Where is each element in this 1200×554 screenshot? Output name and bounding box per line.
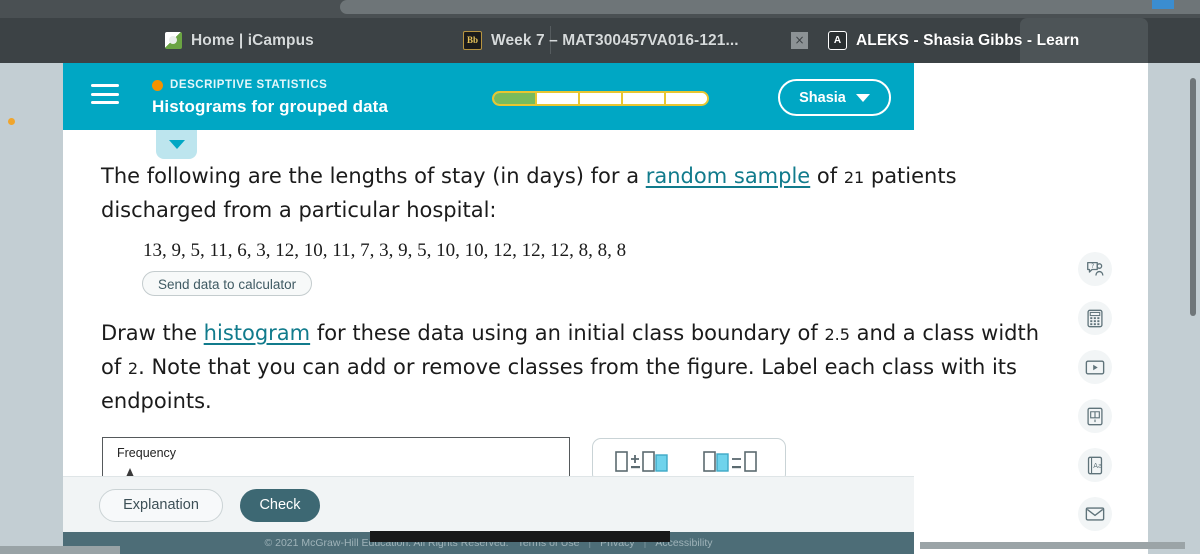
aleks-favicon: A — [828, 31, 847, 50]
progress-segment — [537, 93, 580, 104]
browser-tab-title: Week 7 – MAT300457VA016-121... — [491, 31, 739, 49]
ebook-icon[interactable] — [1078, 399, 1112, 433]
topic-kicker: DESCRIPTIVE STATISTICS — [152, 79, 327, 91]
browser-tab-icampus[interactable]: Home | iCampus — [165, 18, 314, 63]
frequency-axis-label: Frequency — [117, 446, 177, 460]
bottom-left-strip — [0, 546, 120, 554]
progress-segment — [623, 93, 666, 104]
blackboard-favicon: Bb — [463, 31, 482, 50]
instr-text-2: for these data using an initial class bo… — [310, 321, 825, 345]
dictionary-icon[interactable]: Aa — [1078, 448, 1112, 482]
collapse-panel-button[interactable] — [156, 130, 197, 159]
histogram-link[interactable]: histogram — [204, 321, 310, 345]
problem-statement: The following are the lengths of stay (i… — [101, 160, 1031, 226]
add-class-icon[interactable] — [614, 448, 676, 474]
progress-segment-filled — [494, 93, 537, 104]
left-marker-dot — [8, 118, 15, 125]
browser-tab-aleks-content[interactable]: A ALEKS - Shasia Gibbs - Learn — [828, 18, 1079, 63]
patient-count: 21 — [843, 168, 865, 187]
instruction-paragraph: Draw the histogram for these data using … — [101, 317, 1041, 417]
chevron-down-icon — [168, 140, 185, 149]
message-icon[interactable] — [1078, 497, 1112, 531]
footer-strip — [920, 542, 1185, 549]
user-menu-button[interactable]: Shasia — [778, 79, 891, 116]
browser-tab-close-button[interactable]: × — [791, 32, 808, 49]
data-values: 13, 9, 5, 11, 6, 3, 12, 10, 11, 7, 3, 9,… — [143, 240, 627, 261]
scrollbar-thumb[interactable] — [1190, 78, 1196, 316]
icampus-favicon — [165, 32, 182, 49]
instr-text-4: . Note that you can add or remove classe… — [101, 355, 1017, 413]
class-width-value: 2 — [127, 359, 139, 378]
screen: Home | iCampus Bb Week 7 – MAT300457VA01… — [0, 0, 1200, 554]
progress-segment — [666, 93, 707, 104]
ask-question-icon[interactable]: ? — [1078, 252, 1112, 286]
video-icon[interactable] — [1078, 350, 1112, 384]
problem-instructions: Draw the histogram for these data using … — [101, 317, 1041, 417]
address-bar[interactable] — [340, 0, 1200, 14]
topic-kicker-label: DESCRIPTIVE STATISTICS — [170, 79, 328, 91]
send-data-to-calculator-button[interactable]: Send data to calculator — [142, 271, 313, 296]
class-boundary-value: 2.5 — [824, 325, 850, 344]
chevron-down-icon — [855, 93, 870, 102]
progress-segment — [580, 93, 623, 104]
intro-text-2: of — [810, 164, 844, 188]
hamburger-icon[interactable] — [91, 84, 119, 108]
browser-tab-title: ALEKS - Shasia Gibbs - Learn — [856, 31, 1080, 49]
svg-text:Aa: Aa — [1093, 462, 1102, 470]
topic-status-dot — [152, 79, 163, 91]
check-button[interactable]: Check — [240, 489, 320, 522]
tool-rail: ? Aa — [1078, 252, 1112, 531]
browser-tab-title: Home | iCampus — [191, 31, 314, 49]
instr-text-1: Draw the — [101, 321, 204, 345]
svg-text:?: ? — [1091, 263, 1094, 270]
random-sample-link[interactable]: random sample — [646, 164, 810, 188]
calculator-icon[interactable] — [1078, 301, 1112, 335]
page-title: Histograms for grouped data — [152, 97, 389, 116]
progress-bar — [492, 91, 709, 106]
remove-class-icon[interactable] — [702, 448, 764, 474]
action-bar: Explanation Check — [63, 476, 914, 533]
footer-redaction-bar — [370, 531, 670, 542]
user-name-label: Shasia — [799, 89, 846, 106]
explanation-button[interactable]: Explanation — [99, 489, 223, 522]
intro-text-1: The following are the lengths of stay (i… — [101, 164, 646, 188]
problem-intro: The following are the lengths of stay (i… — [101, 160, 1031, 226]
browser-tab-blackboard[interactable]: Bb Week 7 – MAT300457VA016-121... — [463, 18, 739, 63]
browser-corner-indicator — [1152, 0, 1174, 9]
